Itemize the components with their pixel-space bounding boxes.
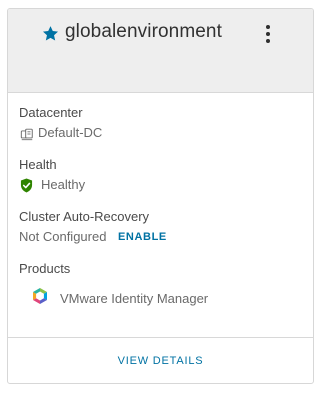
more-options-icon[interactable] <box>260 22 276 46</box>
cluster-auto-recovery-value: Not Configured <box>19 229 107 244</box>
product-name: VMware Identity Manager <box>60 291 209 306</box>
shield-check-icon <box>20 178 33 193</box>
datacenter-label: Datacenter <box>19 105 83 120</box>
view-details-link[interactable]: VIEW DETAILS <box>8 355 313 367</box>
identity-manager-icon <box>33 288 47 304</box>
card-title: globalenvironment <box>65 21 222 42</box>
card-header: globalenvironment <box>8 9 313 93</box>
enable-auto-recovery-link[interactable]: ENABLE <box>118 231 167 243</box>
card-footer: VIEW DETAILS <box>8 337 313 383</box>
products-label: Products <box>19 261 71 276</box>
environment-card: globalenvironment Datacenter Default-DC … <box>7 8 314 384</box>
cluster-auto-recovery-label: Cluster Auto-Recovery <box>19 209 150 224</box>
datacenter-icon <box>20 128 33 141</box>
star-icon[interactable] <box>42 25 59 42</box>
health-label: Health <box>19 157 57 172</box>
datacenter-value: Default-DC <box>38 125 103 140</box>
health-value: Healthy <box>41 177 86 192</box>
